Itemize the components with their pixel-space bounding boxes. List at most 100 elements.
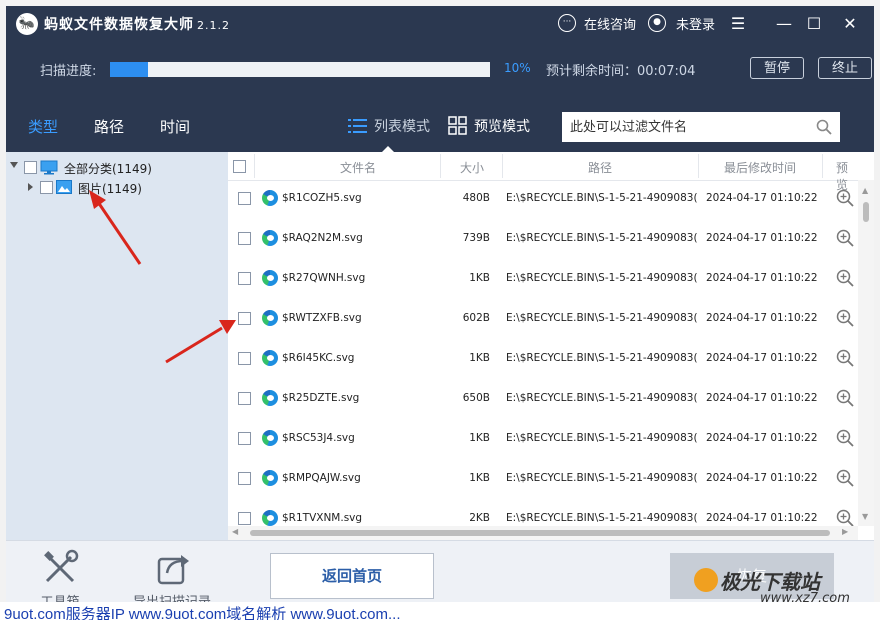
tree-images-checkbox[interactable] bbox=[40, 181, 53, 194]
row-checkbox[interactable] bbox=[238, 352, 251, 365]
preview-mode-icon[interactable] bbox=[448, 116, 468, 136]
tree-all-checkbox[interactable] bbox=[24, 161, 37, 174]
table-row[interactable]: $R1TVXNM.svg 2KB E:\$RECYCLE.BIN\S-1-5-21-… bbox=[228, 500, 858, 526]
scroll-down-icon[interactable]: ▼ bbox=[862, 512, 868, 521]
file-modified: 2024-04-17 01:10:22 bbox=[706, 392, 818, 404]
file-name: $RWTZXFB.svg bbox=[282, 312, 362, 324]
row-checkbox[interactable] bbox=[238, 192, 251, 205]
horizontal-scroll-thumb[interactable] bbox=[250, 530, 830, 536]
file-size: 1KB bbox=[469, 272, 490, 284]
select-all-checkbox[interactable] bbox=[233, 160, 246, 173]
file-path: E:\$RECYCLE.BIN\S-1-5-21-4909083( bbox=[506, 512, 698, 524]
zoom-in-icon[interactable] bbox=[836, 469, 854, 487]
close-button[interactable]: ✕ bbox=[838, 12, 862, 36]
file-name: $RSC53J4.svg bbox=[282, 432, 355, 444]
table-row[interactable]: $R25DZTE.svg 650B E:\$RECYCLE.BIN\S-1-5-21… bbox=[228, 380, 858, 420]
title-bar: 🐜 蚂蚁文件数据恢复大师 2.1.2 ··· 在线咨询 ● 未登录 ☰ — ☐ ✕ bbox=[6, 6, 874, 42]
export-scan-record-button[interactable]: 导出扫描记录 bbox=[124, 549, 220, 602]
category-tree: 全部分类(1149) 图片(1149) bbox=[6, 152, 228, 540]
row-checkbox[interactable] bbox=[238, 472, 251, 485]
toolbox-button[interactable]: 工具箱 bbox=[36, 549, 84, 602]
file-modified: 2024-04-17 01:10:22 bbox=[706, 472, 818, 484]
table-row[interactable]: $RMPQAJW.svg 1KB E:\$RECYCLE.BIN\S-1-5-21-… bbox=[228, 460, 858, 500]
chat-icon[interactable]: ··· bbox=[558, 14, 576, 32]
file-table: 文件名 大小 路径 最后修改时间 预览 $R1COZH5.svg 480B E:\$… bbox=[228, 152, 858, 526]
online-consult-link[interactable]: 在线咨询 bbox=[584, 14, 636, 33]
zoom-in-icon[interactable] bbox=[836, 389, 854, 407]
header-path[interactable]: 路径 bbox=[588, 159, 612, 176]
tab-type[interactable]: 类型 bbox=[28, 116, 58, 137]
pause-button[interactable]: 暂停 bbox=[750, 57, 804, 79]
file-size: 1KB bbox=[469, 432, 490, 444]
zoom-in-icon[interactable] bbox=[836, 429, 854, 447]
file-name: $R27QWNH.svg bbox=[282, 272, 366, 284]
header-size[interactable]: 大小 bbox=[460, 159, 484, 176]
app-name: 蚂蚁文件数据恢复大师 bbox=[44, 17, 194, 33]
list-mode-icon[interactable] bbox=[348, 118, 368, 134]
scan-progress-label: 扫描进度: bbox=[40, 64, 97, 79]
table-row[interactable]: $RAQ2N2M.svg 739B E:\$RECYCLE.BIN\S-1-5-21… bbox=[228, 220, 858, 260]
file-path: E:\$RECYCLE.BIN\S-1-5-21-4909083( bbox=[506, 272, 698, 284]
app-version: 2.1.2 bbox=[197, 19, 230, 32]
header-filename[interactable]: 文件名 bbox=[340, 159, 376, 176]
file-name: $RMPQAJW.svg bbox=[282, 472, 361, 484]
edge-file-icon bbox=[262, 470, 278, 486]
vertical-scrollbar[interactable]: ▲ ▼ bbox=[858, 180, 874, 526]
horizontal-scrollbar[interactable]: ◀ ▶ bbox=[228, 526, 858, 540]
vertical-scroll-thumb[interactable] bbox=[863, 202, 869, 222]
preview-mode-button[interactable]: 预览模式 bbox=[474, 116, 530, 136]
edge-file-icon bbox=[262, 510, 278, 526]
caret-right-icon[interactable] bbox=[28, 183, 33, 191]
zoom-in-icon[interactable] bbox=[836, 229, 854, 247]
return-home-button[interactable]: 返回首页 bbox=[270, 553, 434, 599]
tree-node-images[interactable]: 图片(1149) bbox=[28, 178, 218, 198]
login-status[interactable]: 未登录 bbox=[676, 14, 715, 33]
picture-icon bbox=[56, 180, 72, 194]
row-checkbox[interactable] bbox=[238, 272, 251, 285]
table-row[interactable]: $R6I45KC.svg 1KB E:\$RECYCLE.BIN\S-1-5-21-… bbox=[228, 340, 858, 380]
tab-time[interactable]: 时间 bbox=[160, 116, 190, 137]
zoom-in-icon[interactable] bbox=[836, 349, 854, 367]
stop-button[interactable]: 终止 bbox=[818, 57, 872, 79]
table-row[interactable]: $RSC53J4.svg 1KB E:\$RECYCLE.BIN\S-1-5-21-… bbox=[228, 420, 858, 460]
zoom-in-icon[interactable] bbox=[836, 509, 854, 526]
tree-node-all[interactable]: 全部分类(1149) bbox=[10, 158, 220, 178]
list-mode-button[interactable]: 列表模式 bbox=[374, 116, 430, 136]
row-checkbox[interactable] bbox=[238, 232, 251, 245]
scan-progress-bar bbox=[110, 62, 490, 77]
scroll-left-icon[interactable]: ◀ bbox=[232, 527, 238, 536]
row-checkbox[interactable] bbox=[238, 392, 251, 405]
toolbox-label: 工具箱 bbox=[36, 591, 84, 602]
file-path: E:\$RECYCLE.BIN\S-1-5-21-4909083( bbox=[506, 472, 698, 484]
row-checkbox[interactable] bbox=[238, 432, 251, 445]
export-label: 导出扫描记录 bbox=[124, 591, 220, 602]
file-name: $R1TVXNM.svg bbox=[282, 512, 363, 524]
file-name: $R25DZTE.svg bbox=[282, 392, 360, 404]
table-row[interactable]: $RWTZXFB.svg 602B E:\$RECYCLE.BIN\S-1-5-21… bbox=[228, 300, 858, 340]
zoom-in-icon[interactable] bbox=[836, 189, 854, 207]
filter-box bbox=[562, 112, 840, 142]
tree-images-label: 图片(1149) bbox=[78, 182, 142, 196]
table-row[interactable]: $R1COZH5.svg 480B E:\$RECYCLE.BIN\S-1-5-21… bbox=[228, 180, 858, 220]
file-modified: 2024-04-17 01:10:22 bbox=[706, 312, 818, 324]
minimize-button[interactable]: — bbox=[772, 12, 796, 36]
maximize-button[interactable]: ☐ bbox=[802, 12, 826, 36]
caret-down-icon[interactable] bbox=[10, 162, 18, 168]
menu-icon[interactable]: ☰ bbox=[726, 12, 750, 36]
file-path: E:\$RECYCLE.BIN\S-1-5-21-4909083( bbox=[506, 432, 698, 444]
filter-input[interactable] bbox=[562, 112, 802, 142]
row-checkbox[interactable] bbox=[238, 312, 251, 325]
user-icon[interactable]: ● bbox=[648, 14, 666, 32]
table-row[interactable]: $R27QWNH.svg 1KB E:\$RECYCLE.BIN\S-1-5-21-… bbox=[228, 260, 858, 300]
scroll-right-icon[interactable]: ▶ bbox=[842, 527, 848, 536]
row-checkbox[interactable] bbox=[238, 512, 251, 525]
header-modified[interactable]: 最后修改时间 bbox=[724, 159, 796, 176]
zoom-in-icon[interactable] bbox=[836, 309, 854, 327]
search-icon[interactable] bbox=[816, 119, 832, 135]
watermark-url: www.xz7.com bbox=[760, 591, 850, 606]
app-title: 蚂蚁文件数据恢复大师 2.1.2 bbox=[44, 14, 230, 34]
scroll-up-icon[interactable]: ▲ bbox=[862, 186, 868, 195]
edge-file-icon bbox=[262, 230, 278, 246]
tab-path[interactable]: 路径 bbox=[94, 116, 124, 137]
zoom-in-icon[interactable] bbox=[836, 269, 854, 287]
